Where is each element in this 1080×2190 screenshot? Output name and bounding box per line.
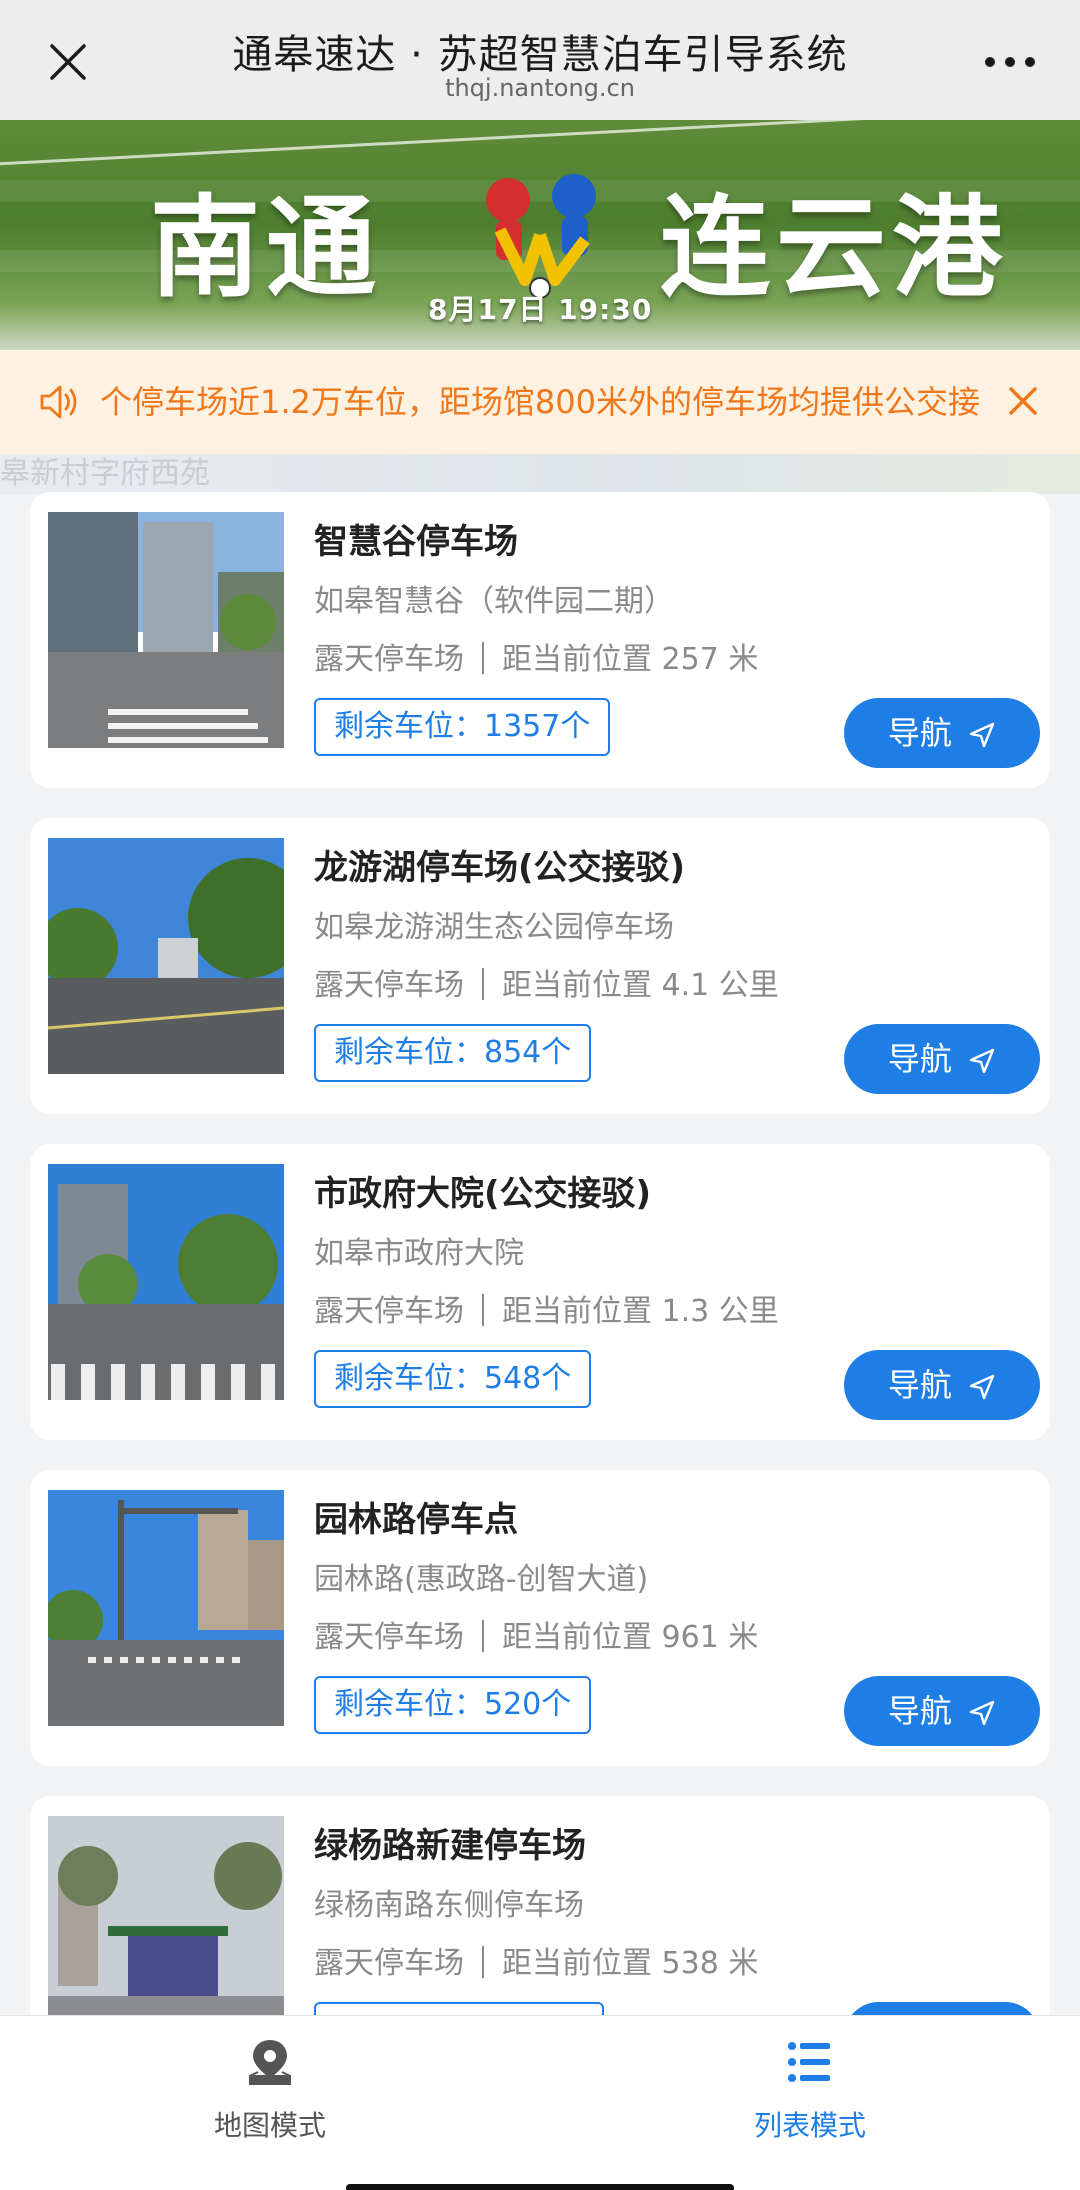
parking-distance: 距当前位置 1.3 公里: [502, 1294, 779, 1329]
vs-emblem-icon: [486, 174, 596, 299]
divider: [482, 968, 484, 1000]
tab-map-label: 地图模式: [213, 2109, 326, 2142]
more-icon[interactable]: [984, 54, 1036, 70]
parking-name: 绿杨路新建停车场: [314, 1826, 586, 1866]
parking-meta: 露天停车场 距当前位置 961 米: [314, 1612, 758, 1656]
page-title: 通皋速达 · 苏超智慧泊车引导系统: [232, 32, 848, 78]
navigate-button[interactable]: 导航: [844, 1676, 1040, 1746]
parking-address: 如皋智慧谷（软件园二期）: [314, 584, 674, 619]
divider: [482, 642, 484, 674]
parking-meta: 露天停车场 距当前位置 4.1 公里: [314, 960, 779, 1004]
map-peek-label: 皋新村字府西苑: [0, 456, 210, 491]
speaker-icon: [40, 385, 77, 419]
parking-type: 露天停车场: [314, 1620, 464, 1655]
parking-card[interactable]: 园林路停车点 园林路(惠政路-创智大道) 露天停车场 距当前位置 961 米 剩余…: [30, 1470, 1050, 1766]
parking-card[interactable]: 龙游湖停车场(公交接驳) 如皋龙游湖生态公园停车场 露天停车场 距当前位置 4.1…: [30, 818, 1050, 1114]
parking-meta: 露天停车场 距当前位置 1.3 公里: [314, 1286, 779, 1330]
parking-distance: 距当前位置 538 米: [502, 1946, 759, 1981]
parking-photo: [48, 512, 284, 748]
parking-card[interactable]: 市政府大院(公交接驳) 如皋市政府大院 露天停车场 距当前位置 1.3 公里 剩余…: [30, 1144, 1050, 1440]
top-bar: 通皋速达 · 苏超智慧泊车引导系统 thqj.nantong.cn: [0, 0, 1080, 120]
tab-list-label: 列表模式: [753, 2109, 866, 2142]
parking-photo: [48, 1164, 284, 1400]
navigate-button[interactable]: 导航: [844, 1350, 1040, 1420]
parking-type: 露天停车场: [314, 1294, 464, 1329]
parking-distance: 距当前位置 961 米: [502, 1620, 759, 1655]
bottom-tab-bar: 地图模式 列表模式: [0, 2015, 1080, 2190]
parking-name: 市政府大院(公交接驳): [314, 1174, 652, 1214]
parking-address: 园林路(惠政路-创智大道): [314, 1562, 649, 1597]
divider: [482, 1946, 484, 1978]
available-spaces-badge: 剩余车位：1357个: [314, 698, 611, 756]
close-icon[interactable]: [44, 38, 92, 86]
page-url: thqj.nantong.cn: [445, 74, 635, 102]
navigate-label: 导航: [887, 714, 952, 752]
team-left-name: 南通: [150, 184, 382, 312]
parking-distance: 距当前位置 257 米: [502, 642, 759, 677]
navigate-label: 导航: [887, 1366, 952, 1404]
parking-address: 如皋市政府大院: [314, 1236, 524, 1271]
available-spaces-badge: 剩余车位：520个: [314, 1676, 592, 1734]
parking-meta: 露天停车场 距当前位置 538 米: [314, 1938, 758, 1982]
tab-list-mode[interactable]: 列表模式: [540, 2016, 1080, 2146]
divider: [482, 1294, 484, 1326]
send-icon: [969, 1374, 995, 1400]
divider: [482, 1620, 484, 1652]
navigate-label: 导航: [887, 1040, 952, 1078]
parking-name: 园林路停车点: [314, 1500, 518, 1540]
team-right-name: 连云港: [660, 184, 1008, 312]
parking-type: 露天停车场: [314, 642, 464, 677]
parking-address: 如皋龙游湖生态公园停车场: [314, 910, 674, 945]
parking-name: 智慧谷停车场: [314, 522, 518, 562]
match-datetime: 8月17日 19:30: [428, 293, 653, 326]
available-spaces-badge: 剩余车位：854个: [314, 1024, 592, 1082]
map-peek: 皋新村字府西苑: [0, 454, 1080, 494]
notice-text: 个停车场近1.2万车位，距场馆800米外的停车场均提供公交接: [100, 383, 980, 421]
navigate-button[interactable]: 导航: [844, 1024, 1040, 1094]
available-spaces-badge: 剩余车位：548个: [314, 1350, 592, 1408]
parking-distance: 距当前位置 4.1 公里: [502, 968, 779, 1003]
send-icon: [969, 1700, 995, 1726]
parking-photo: [48, 838, 284, 1074]
navigate-button[interactable]: 导航: [844, 698, 1040, 768]
send-icon: [969, 1048, 995, 1074]
parking-meta: 露天停车场 距当前位置 257 米: [314, 634, 758, 678]
parking-name: 龙游湖停车场(公交接驳): [314, 848, 686, 888]
notice-bar: 个停车场近1.2万车位，距场馆800米外的停车场均提供公交接: [0, 350, 1080, 454]
page: 通皋速达 · 苏超智慧泊车引导系统 thqj.nantong.cn 南通 连云港…: [0, 0, 1080, 2190]
parking-card[interactable]: 智慧谷停车场 如皋智慧谷（软件园二期） 露天停车场 距当前位置 257 米 剩余车…: [30, 492, 1050, 788]
notice-close-icon[interactable]: [1006, 384, 1040, 418]
parking-address: 绿杨南路东侧停车场: [314, 1888, 584, 1923]
tab-map-mode[interactable]: 地图模式: [0, 2016, 540, 2146]
home-indicator: [346, 2184, 734, 2190]
send-icon: [969, 722, 995, 748]
location-pin-icon: [249, 2040, 291, 2085]
parking-type: 露天停车场: [314, 1946, 464, 1981]
parking-photo: [48, 1490, 284, 1726]
match-banner: 南通 连云港 8月17日 19:30: [0, 120, 1080, 350]
navigate-label: 导航: [887, 1692, 952, 1730]
parking-type: 露天停车场: [314, 968, 464, 1003]
list-icon: [788, 2042, 830, 2082]
